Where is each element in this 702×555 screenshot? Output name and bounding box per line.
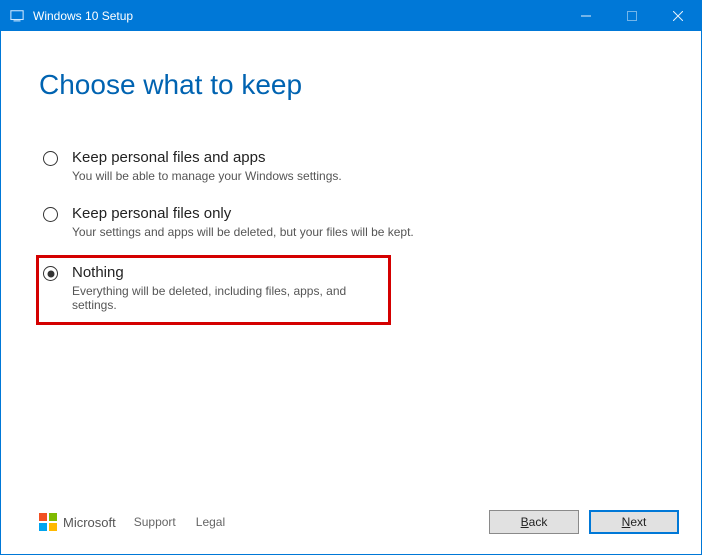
option-nothing[interactable]: Nothing Everything will be deleted, incl… <box>36 255 391 325</box>
support-link[interactable]: Support <box>134 515 176 529</box>
microsoft-logo-icon <box>39 513 57 531</box>
option-keep-files-only[interactable]: Keep personal files only Your settings a… <box>39 199 663 249</box>
legal-link[interactable]: Legal <box>196 515 225 529</box>
maximize-button <box>609 1 655 31</box>
option-keep-files-apps[interactable]: Keep personal files and apps You will be… <box>39 143 663 193</box>
content-area: Choose what to keep Keep personal files … <box>1 31 701 500</box>
next-rest: ext <box>630 515 646 529</box>
app-icon <box>9 8 25 24</box>
titlebar: Windows 10 Setup <box>1 1 701 31</box>
option-texts: Keep personal files only Your settings a… <box>72 205 659 239</box>
close-button[interactable] <box>655 1 701 31</box>
option-desc: You will be able to manage your Windows … <box>72 169 659 183</box>
option-label: Keep personal files and apps <box>72 149 659 166</box>
next-mnemonic: N <box>622 515 631 529</box>
setup-window: Windows 10 Setup Choose what to keep <box>0 0 702 555</box>
back-rest: ack <box>529 515 548 529</box>
radio-icon <box>43 207 58 222</box>
option-label: Nothing <box>72 264 384 281</box>
microsoft-text: Microsoft <box>63 515 116 530</box>
radio-icon <box>43 151 58 166</box>
back-button[interactable]: Back <box>489 510 579 534</box>
options-group: Keep personal files and apps You will be… <box>39 143 663 325</box>
option-label: Keep personal files only <box>72 205 659 222</box>
option-desc: Everything will be deleted, including fi… <box>72 284 384 312</box>
option-texts: Keep personal files and apps You will be… <box>72 149 659 183</box>
back-mnemonic: B <box>521 515 529 529</box>
footer: Microsoft Support Legal Back Next <box>1 500 701 554</box>
minimize-button[interactable] <box>563 1 609 31</box>
page-heading: Choose what to keep <box>39 69 663 101</box>
radio-icon <box>43 266 58 281</box>
option-texts: Nothing Everything will be deleted, incl… <box>72 264 384 312</box>
window-title: Windows 10 Setup <box>33 9 133 23</box>
option-desc: Your settings and apps will be deleted, … <box>72 225 659 239</box>
microsoft-logo: Microsoft <box>39 513 116 531</box>
next-button[interactable]: Next <box>589 510 679 534</box>
window-controls <box>563 1 701 31</box>
